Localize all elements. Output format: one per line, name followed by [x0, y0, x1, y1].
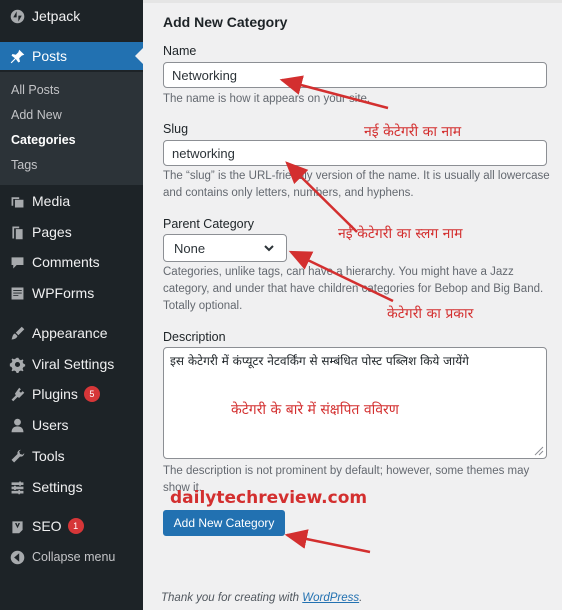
menu-item-settings[interactable]: Settings [0, 473, 143, 501]
chevron-down-icon [264, 245, 274, 252]
posts-submenu: All Posts Add New Categories Tags [0, 72, 143, 185]
active-indicator [135, 48, 143, 64]
menu-label: Pages [32, 224, 72, 240]
name-input[interactable] [163, 62, 547, 88]
menu-label: Media [32, 193, 71, 209]
brush-icon [7, 323, 27, 343]
plugins-update-badge: 5 [83, 386, 100, 402]
yoast-icon [7, 516, 27, 536]
menu-item-media[interactable]: Media [0, 187, 143, 215]
submenu-categories[interactable]: Categories [11, 133, 76, 147]
collapse-icon [7, 547, 27, 567]
gear-icon [7, 354, 27, 374]
menu-label: Posts [32, 48, 68, 64]
menu-label: Plugins [32, 386, 78, 402]
description-text: इस केटेगरी में कंप्यूटर नेटवर्किंग से सम… [170, 354, 469, 368]
menu-label: WPForms [32, 285, 95, 301]
name-help: The name is how it appears on your site. [163, 93, 371, 105]
menu-item-tools[interactable]: Tools [0, 442, 143, 470]
parent-category-help: Categories, unlike tags, can have a hier… [163, 266, 544, 312]
menu-item-seo[interactable]: SEO 1 [0, 512, 143, 540]
wpforms-icon [7, 283, 27, 303]
menu-item-wpforms[interactable]: WPForms [0, 279, 143, 307]
submenu-tags[interactable]: Tags [11, 158, 37, 172]
menu-item-plugins[interactable]: Plugins 5 [0, 380, 143, 408]
menu-label: Viral Settings [32, 356, 115, 372]
parent-category-select[interactable]: None [163, 234, 287, 262]
pages-icon [7, 222, 27, 242]
menu-label: Tools [32, 448, 65, 464]
resize-grip-icon[interactable] [534, 446, 544, 456]
add-new-category-button[interactable]: Add New Category [163, 510, 285, 536]
menu-item-viral-settings[interactable]: Viral Settings [0, 350, 143, 378]
menu-label: Collapse menu [32, 550, 116, 564]
slug-input[interactable] [163, 140, 547, 166]
submenu-all-posts[interactable]: All Posts [11, 83, 60, 97]
seo-notice-badge: 1 [67, 518, 84, 534]
wrench-icon [7, 446, 27, 466]
menu-label: Comments [32, 254, 100, 270]
main-content: Add New Category Name The name is how it… [143, 0, 562, 610]
description-label: Description [163, 330, 226, 344]
parent-category-label: Parent Category [163, 217, 255, 231]
media-icon [7, 191, 27, 211]
menu-label: Appearance [32, 325, 108, 341]
parent-category-value: None [174, 240, 206, 256]
name-label: Name [163, 44, 197, 58]
watermark-site: dailytechreview.com [170, 488, 368, 508]
footer-thanks: Thank you for creating with WordPress. [161, 592, 362, 604]
page-title: Add New Category [163, 14, 288, 30]
top-divider [143, 0, 562, 3]
slug-label: Slug [163, 122, 189, 136]
annotation-name: नई केटेगरी का नाम [364, 124, 462, 140]
annotation-parent: केटेगरी का प्रकार [387, 306, 474, 322]
menu-label: SEO [32, 518, 62, 534]
comments-icon [7, 252, 27, 272]
menu-item-pages[interactable]: Pages [0, 218, 143, 246]
annotation-slug: नई केटेगरी का स्लग नाम [338, 226, 463, 242]
users-icon [7, 415, 27, 435]
submenu-add-new[interactable]: Add New [11, 108, 62, 122]
menu-item-posts[interactable]: Posts [0, 42, 143, 70]
wordpress-link[interactable]: WordPress [302, 592, 359, 604]
collapse-menu-button[interactable]: Collapse menu [0, 543, 143, 571]
menu-item-jetpack[interactable]: Jetpack [0, 2, 143, 30]
menu-item-comments[interactable]: Comments [0, 248, 143, 276]
footer-prefix: Thank you for creating with [161, 592, 303, 604]
jetpack-icon [7, 6, 27, 26]
menu-label: Settings [32, 479, 83, 495]
menu-label: Users [32, 417, 69, 433]
menu-item-appearance[interactable]: Appearance [0, 319, 143, 347]
menu-item-users[interactable]: Users [0, 411, 143, 439]
settings-icon [7, 477, 27, 497]
menu-label: Jetpack [32, 8, 81, 24]
plugin-icon [7, 384, 27, 404]
admin-sidebar: Jetpack Posts All Posts Add New Categori… [0, 0, 143, 610]
annotation-description: केटेगरी के बारे में संक्षपित वविरण [231, 402, 399, 418]
slug-help: The “slug” is the URL-friendly version o… [163, 170, 550, 199]
footer-suffix: . [359, 592, 363, 604]
pin-icon [7, 46, 27, 66]
